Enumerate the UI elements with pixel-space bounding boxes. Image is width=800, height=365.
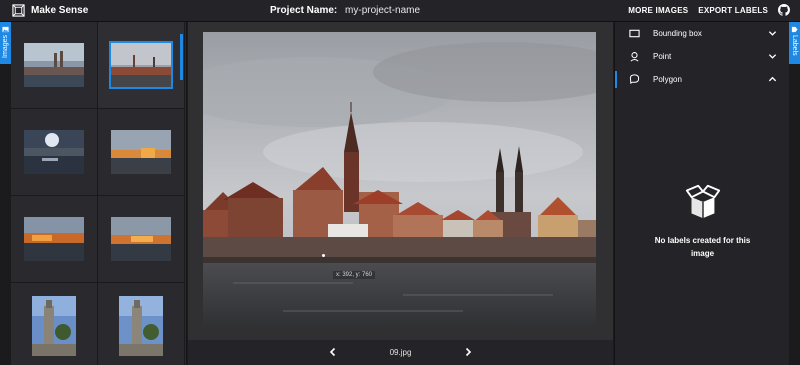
empty-box-icon <box>685 184 720 219</box>
image-thumbnail-cell[interactable] <box>11 22 98 109</box>
main-image[interactable] <box>203 32 596 328</box>
app-title: Make Sense <box>31 5 89 16</box>
image-thumbnail[interactable] <box>24 217 84 261</box>
label-tool-polygon[interactable]: Polygon <box>615 68 790 91</box>
top-navigation-bar: Make Sense Project Name: my-project-name… <box>0 0 800 22</box>
image-thumbnail-cell[interactable] <box>98 283 185 365</box>
labels-side-tab[interactable]: Labels <box>789 22 800 64</box>
image-thumbnail[interactable] <box>32 296 76 356</box>
labels-tab-label: Labels <box>791 35 798 56</box>
image-thumbnail[interactable] <box>109 41 173 89</box>
image-thumbnail[interactable] <box>111 217 171 261</box>
cursor-marker <box>322 254 325 257</box>
image-thumbnail[interactable] <box>119 296 163 356</box>
image-navigation-bar: 09.jpg <box>188 340 613 365</box>
image-thumbnail-cell[interactable] <box>98 22 185 109</box>
tag-icon <box>791 26 798 33</box>
cursor-coordinates: x: 392, y: 760 <box>333 271 376 279</box>
rectangle-icon <box>629 29 640 38</box>
logo-icon <box>12 4 25 17</box>
image-thumbnail-cell[interactable] <box>11 196 98 283</box>
project-name-field[interactable]: Project Name: my-project-name <box>270 5 420 16</box>
editor-canvas[interactable]: x: 392, y: 760 <box>188 22 613 340</box>
project-name-label: Project Name: <box>270 5 338 16</box>
polygon-icon <box>629 74 640 85</box>
image-thumbnail-cell[interactable] <box>98 196 185 283</box>
selected-image-marker <box>180 34 183 80</box>
images-side-tab[interactable]: Images <box>0 22 11 64</box>
empty-labels-message: No labels created for this image <box>654 236 751 258</box>
image-thumbnail-cell[interactable] <box>11 283 98 365</box>
image-thumbnail[interactable] <box>24 43 84 87</box>
image-thumbnail[interactable] <box>24 130 84 174</box>
image-thumbnail[interactable] <box>111 130 171 174</box>
images-tab-icon <box>2 26 9 33</box>
chevron-up-icon[interactable] <box>768 75 777 84</box>
previous-image-icon[interactable] <box>328 347 338 357</box>
point-icon <box>630 52 639 62</box>
image-thumbnail-cell[interactable] <box>98 109 185 196</box>
chevron-down-icon[interactable] <box>768 52 777 61</box>
export-labels-button[interactable]: EXPORT LABELS <box>698 6 768 15</box>
label-tool-name: Point <box>653 52 672 61</box>
chevron-down-icon[interactable] <box>768 29 777 38</box>
more-images-button[interactable]: MORE IMAGES <box>628 6 688 15</box>
top-actions: MORE IMAGES EXPORT LABELS <box>628 4 790 16</box>
active-tool-indicator <box>615 71 617 88</box>
labels-panel: Bounding box Point Polygon No labels cre… <box>614 22 789 365</box>
label-tool-bounding-box[interactable]: Bounding box <box>615 22 790 45</box>
label-tool-point[interactable]: Point <box>615 45 790 68</box>
next-image-icon[interactable] <box>463 347 473 357</box>
empty-labels-state: No labels created for this image <box>615 182 790 260</box>
project-name-value[interactable]: my-project-name <box>345 5 420 16</box>
github-icon[interactable] <box>778 4 790 16</box>
current-file-name: 09.jpg <box>389 348 412 357</box>
label-tool-name: Bounding box <box>653 29 702 38</box>
label-tool-name: Polygon <box>653 75 682 84</box>
image-thumbnail-cell[interactable] <box>11 109 98 196</box>
image-list-panel[interactable] <box>11 22 187 365</box>
images-tab-label: Images <box>2 35 9 58</box>
